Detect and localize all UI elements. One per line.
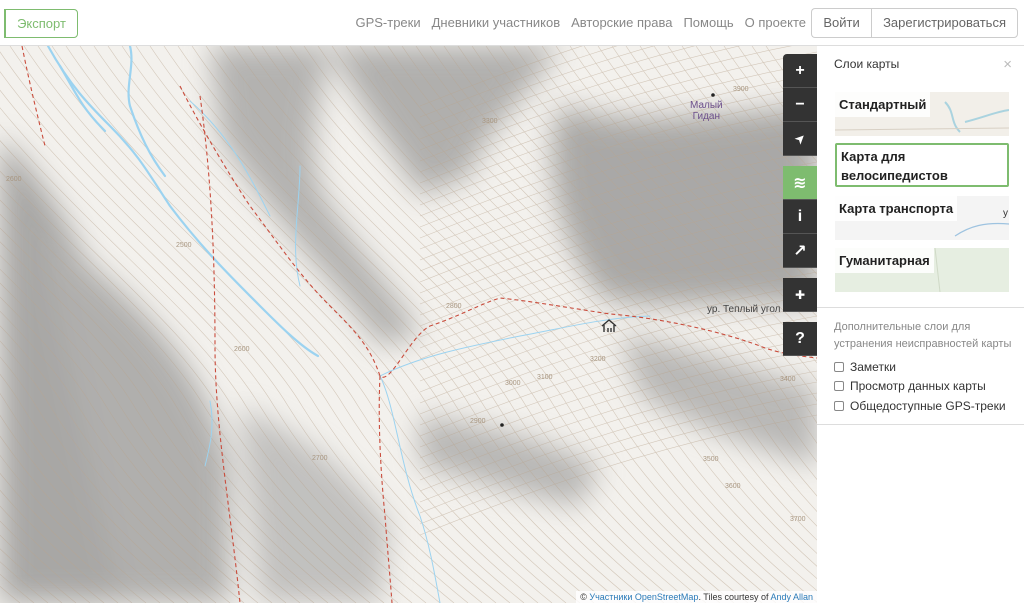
divider [817,307,1024,308]
nav-about[interactable]: О проекте [745,15,806,30]
place-label: ур. Теплый угол [707,304,781,315]
overlay-hint: Дополнительные слои для устранения неисп… [834,321,1012,350]
share-button[interactable]: ↗ [783,234,817,268]
checkbox[interactable] [834,362,844,372]
header: Экспорт GPS-треки Дневники участников Ав… [0,0,1024,46]
share-icon: ↗ [793,242,807,260]
contour-label: 3100 [537,374,553,381]
contributors-link[interactable]: Участники [589,592,632,602]
map-canvas [0,46,817,603]
contour-label: 3600 [725,483,741,490]
contour-label: 3700 [790,516,806,523]
layer-label: Карта транспорта [835,196,958,221]
zoom-out-button[interactable]: − [783,88,817,122]
minus-icon: − [795,95,805,113]
query-features-button[interactable]: ? [783,322,817,356]
map-view[interactable]: Малый Гидан ур. Теплый угол 2600 2500 26… [0,46,817,603]
contour-label: 2900 [470,418,486,425]
auth-buttons: Войти Зарегистрироваться [811,8,1018,38]
nav-gps-traces[interactable]: GPS-треки [355,15,420,30]
checkbox[interactable] [834,381,844,391]
layers-button[interactable]: ≋ [783,166,817,200]
top-nav: GPS-треки Дневники участников Авторские … [355,15,806,30]
overlay-label: Заметки [850,360,896,374]
contour-label: 2800 [446,303,462,310]
add-note-button[interactable]: ✚ [783,278,817,312]
contour-label: 3300 [482,118,498,125]
map-controls: + − ➤ ≋ i ↗ ✚ ? [783,54,817,356]
layers-panel: Слои карты × Стандартный Карта для велос… [817,46,1024,603]
layer-label: Гуманитарная [835,248,934,273]
peak-label: Малый Гидан [690,100,723,122]
contour-label: 3400 [780,376,796,383]
export-button[interactable]: Экспорт [4,9,78,38]
osm-link[interactable]: OpenStreetMap [635,592,699,602]
divider [817,424,1024,425]
overlay-label: Общедоступные GPS-треки [850,399,1006,413]
panel-title: Слои карты [834,57,900,71]
layer-label: Карта для велосипедистов [837,145,1007,185]
note-icon: ✚ [794,287,806,302]
layer-humanitarian[interactable]: Гуманитарная [835,248,1009,292]
contour-label: 3200 [590,356,606,363]
contour-label: 3500 [703,456,719,463]
close-icon[interactable]: × [1003,56,1012,73]
locate-button[interactable]: ➤ [783,122,817,156]
nav-help[interactable]: Помощь [683,15,733,30]
overlay-data[interactable]: Просмотр данных карты [834,379,986,393]
contour-label: 2600 [6,176,22,183]
svg-text:у: у [1003,208,1008,219]
layer-standard[interactable]: Стандартный [835,92,1009,136]
layers-icon: ≋ [793,174,807,192]
zoom-in-button[interactable]: + [783,54,817,88]
overlay-notes[interactable]: Заметки [834,360,896,374]
layer-label: Стандартный [835,92,931,117]
info-icon: i [797,207,803,225]
contour-label: 3000 [505,380,521,387]
map-attribution: © Участники OpenStreetMap. Tiles courtes… [576,591,817,603]
query-cursor-icon: ? [795,329,805,347]
signup-button[interactable]: Зарегистрироваться [871,8,1018,38]
map-key-button[interactable]: i [783,200,817,234]
location-arrow-icon: ➤ [790,128,809,148]
contour-label: 3900 [733,86,749,93]
login-button[interactable]: Войти [811,8,872,38]
plus-icon: + [795,61,805,79]
nav-copyright[interactable]: Авторские права [571,15,672,30]
nav-diaries[interactable]: Дневники участников [432,15,561,30]
contour-label: 2700 [312,455,328,462]
layer-cycle[interactable]: Карта для велосипедистов [835,143,1009,187]
contour-label: 2500 [176,242,192,249]
contour-label: 2600 [234,346,250,353]
overlay-gps[interactable]: Общедоступные GPS-треки [834,399,1006,413]
overlay-label: Просмотр данных карты [850,379,986,393]
layer-transport[interactable]: у Карта транспорта [835,196,1009,240]
checkbox[interactable] [834,401,844,411]
tile-author-link[interactable]: Andy Allan [770,592,813,602]
